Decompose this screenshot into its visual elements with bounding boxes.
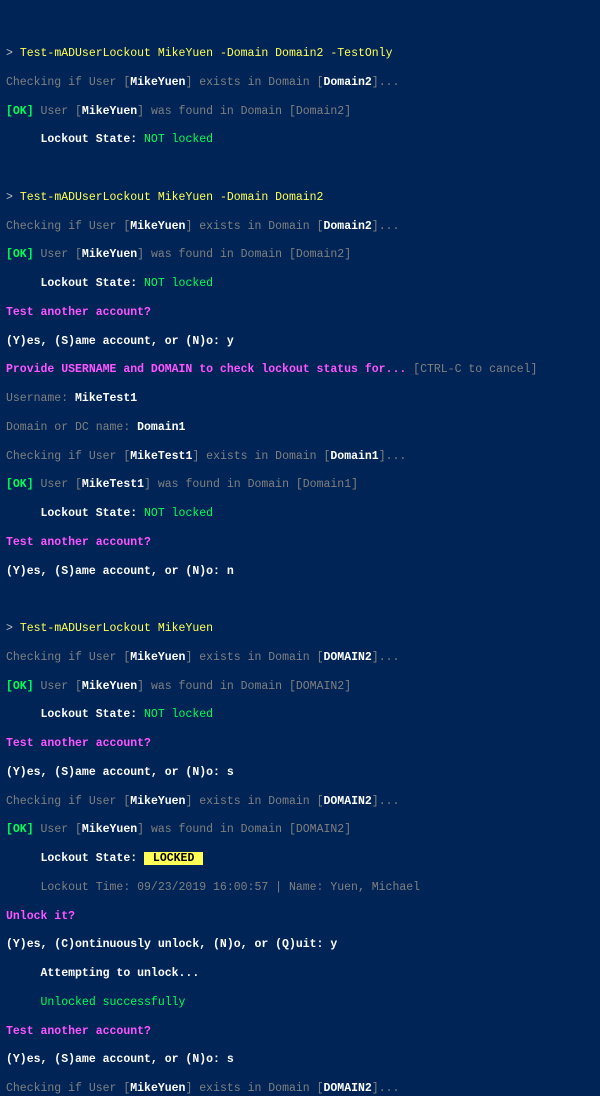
cmd-line: > Test-mADUserLockout MikeYuen [6,622,594,636]
cmd-line: > Test-mADUserLockout MikeYuen -Domain D… [6,191,594,205]
prompt-another: Test another account? [6,306,594,320]
cmd-line: > Test-mADUserLockout MikeYuen -Domain D… [6,47,594,61]
status-check: Checking if User [MikeYuen] exists in Do… [6,76,594,90]
prompt-options: (Y)es, (S)ame account, or (N)o: n [6,565,594,579]
lockout-state-locked: Lockout State: LOCKED [6,852,594,866]
status-check: Checking if User [MikeYuen] exists in Do… [6,1082,594,1096]
prompt-options: (Y)es, (S)ame account, or (N)o: s [6,1053,594,1067]
status-check: Checking if User [MikeYuen] exists in Do… [6,795,594,809]
unlock-options: (Y)es, (C)ontinuously unlock, (N)o, or (… [6,938,594,952]
lockout-state: Lockout State: NOT locked [6,507,594,521]
status-check: Checking if User [MikeTest1] exists in D… [6,450,594,464]
status-found: [OK] User [MikeYuen] was found in Domain… [6,680,594,694]
prompt-provide: Provide USERNAME and DOMAIN to check loc… [6,363,594,377]
terminal-output: { "blocks": { "b1": { "prompt": "> ", "c… [0,0,600,1096]
prompt-unlock: Unlock it? [6,910,594,924]
input-username: Username: MikeTest1 [6,392,594,406]
attempting: Attempting to unlock... [6,967,594,981]
prompt-another: Test another account? [6,1025,594,1039]
prompt-options: (Y)es, (S)ame account, or (N)o: s [6,766,594,780]
lockout-time: Lockout Time: 09/23/2019 16:00:57 | Name… [6,881,594,895]
lockout-state: Lockout State: NOT locked [6,708,594,722]
status-check: Checking if User [MikeYuen] exists in Do… [6,651,594,665]
prompt-another: Test another account? [6,737,594,751]
lockout-state: Lockout State: NOT locked [6,133,594,147]
status-found: [OK] User [MikeYuen] was found in Domain… [6,248,594,262]
status-found: [OK] User [MikeYuen] was found in Domain… [6,823,594,837]
input-domain: Domain or DC name: Domain1 [6,421,594,435]
status-found: [OK] User [MikeTest1] was found in Domai… [6,478,594,492]
status-check: Checking if User [MikeYuen] exists in Do… [6,220,594,234]
lockout-state: Lockout State: NOT locked [6,277,594,291]
prompt-options: (Y)es, (S)ame account, or (N)o: y [6,335,594,349]
status-found: [OK] User [MikeYuen] was found in Domain… [6,105,594,119]
unlocked-success: Unlocked successfully [6,996,594,1010]
prompt-another: Test another account? [6,536,594,550]
